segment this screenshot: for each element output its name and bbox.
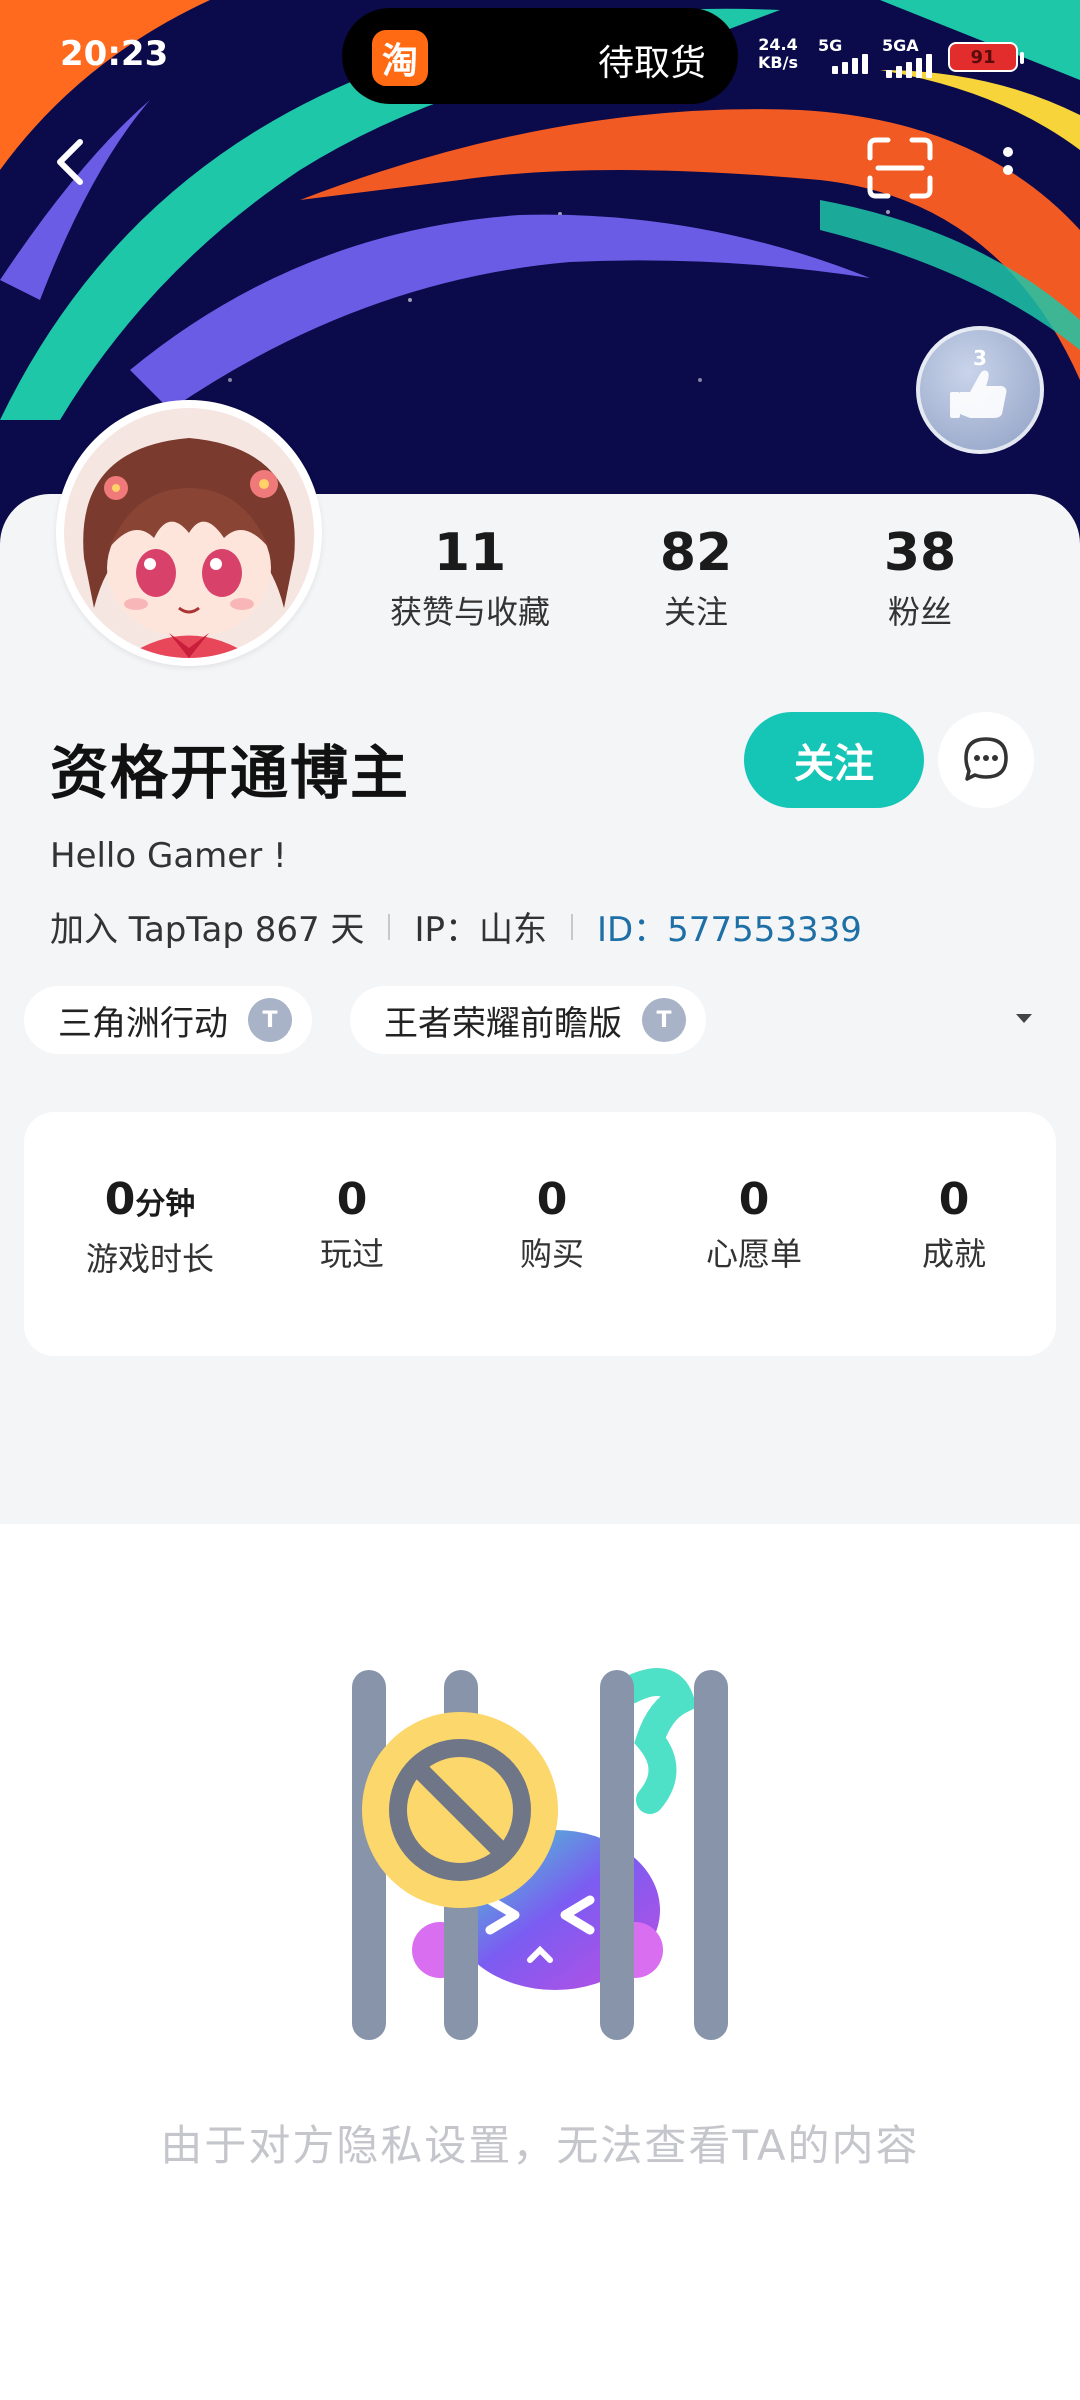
scan-button[interactable]	[864, 136, 936, 200]
game-stat-label: 心愿单	[705, 1235, 802, 1273]
back-button[interactable]	[40, 130, 104, 194]
signal-label-5g: 5G	[818, 36, 843, 55]
chat-bubble-icon	[964, 737, 1008, 781]
stat-likes-value: 11	[433, 523, 507, 583]
network-speed-value: 24.4	[758, 35, 798, 54]
game-stat-unit: 分钟	[135, 1187, 196, 1222]
game-stat-label: 玩过	[319, 1235, 384, 1273]
stat-likes[interactable]: 11 获赞与收藏	[360, 520, 580, 634]
stat-followers[interactable]: 38 粉丝	[810, 520, 1030, 634]
more-button[interactable]	[990, 136, 1026, 200]
signal-label-5ga: 5GA	[882, 36, 919, 55]
network-speed: 24.4 KB/s	[758, 36, 798, 72]
game-level: 3	[286, 1027, 298, 1046]
game-stat-value: 0	[738, 1174, 770, 1225]
stat-following-value: 82	[659, 523, 733, 583]
game-level-badge-icon: T3	[248, 998, 298, 1046]
game-stat-value: 0分钟	[50, 1170, 250, 1235]
stat-followers-label: 粉丝	[887, 593, 952, 631]
profile-page: 20:23 淘 待取货 24.4 KB/s 5G 5GA 91 3 11 获赞与…	[0, 0, 1080, 2400]
island-status-text: 待取货	[597, 43, 706, 84]
achievement-badge[interactable]: 3	[916, 326, 1044, 454]
game-stat-purchased[interactable]: 0 购买	[452, 1170, 652, 1276]
signal-bars-icon-2	[886, 54, 932, 78]
profile-meta: 加入 TapTap 867 天 IP：山东 ID：577553339	[50, 902, 862, 951]
thumbs-up-icon	[950, 370, 1007, 418]
taobao-app-icon: 淘	[372, 30, 428, 86]
stat-following-label: 关注	[663, 593, 728, 631]
battery-indicator: 91	[948, 42, 1024, 72]
signal-bars-icon	[832, 54, 868, 74]
network-speed-unit: KB/s	[758, 53, 798, 72]
game-level-badge-icon: T1	[642, 998, 692, 1046]
game-stat-played[interactable]: 0 玩过	[252, 1170, 452, 1276]
stat-following[interactable]: 82 关注	[586, 520, 806, 634]
message-button[interactable]	[938, 712, 1034, 808]
stat-followers-value: 38	[883, 523, 957, 583]
stat-likes-label: 获赞与收藏	[389, 593, 550, 631]
game-stat-playtime[interactable]: 0分钟 游戏时长	[50, 1170, 250, 1281]
game-stat-label: 成就	[921, 1235, 986, 1273]
user-id[interactable]: ID：577553339	[597, 902, 862, 951]
privacy-message: 由于对方隐私设置，无法查看TA的内容	[160, 2121, 920, 2170]
status-bar: 20:23 淘 待取货 24.4 KB/s 5G 5GA 91	[0, 0, 1080, 110]
game-stat-value: 0	[536, 1174, 568, 1225]
chips-expand-button[interactable]	[1012, 1006, 1036, 1030]
meta-divider	[388, 913, 391, 940]
game-chip-label: 王者荣耀前瞻版	[384, 1003, 622, 1044]
game-stat-label: 游戏时长	[85, 1240, 214, 1278]
game-chip-label: 三角洲行动	[58, 1003, 228, 1044]
profile-bio: Hello Gamer !	[50, 836, 287, 876]
avatar[interactable]	[56, 400, 322, 666]
game-stat-value: 0	[938, 1174, 970, 1225]
game-stat-number: 0	[104, 1174, 136, 1225]
game-chip-delta-force[interactable]: 三角洲行动 T3	[24, 986, 312, 1054]
game-stat-label: 购买	[519, 1235, 584, 1273]
game-stat-wishlist[interactable]: 0 心愿单	[654, 1170, 854, 1276]
ip-location: IP：山东	[414, 910, 547, 950]
game-stat-value: 0	[336, 1174, 368, 1225]
meta-divider	[570, 913, 573, 940]
game-chip-honor-of-kings[interactable]: 王者荣耀前瞻版 T1	[350, 986, 706, 1054]
game-stat-achievements[interactable]: 0 成就	[854, 1170, 1054, 1276]
game-level: 1	[680, 1027, 692, 1046]
follow-button[interactable]: 关注	[744, 712, 924, 808]
status-time: 20:23	[60, 34, 169, 74]
profile-name: 资格开通博主	[50, 739, 411, 807]
more-vertical-icon	[1003, 147, 1013, 175]
dynamic-island[interactable]: 淘 待取货	[342, 8, 738, 104]
avatar-image	[64, 408, 314, 658]
scan-icon	[867, 137, 933, 199]
privacy-locked-illustration	[352, 1668, 728, 2040]
join-days: 加入 TapTap 867 天	[50, 910, 365, 950]
chevron-left-icon	[57, 139, 83, 185]
triangle-down-icon	[1016, 1014, 1032, 1023]
